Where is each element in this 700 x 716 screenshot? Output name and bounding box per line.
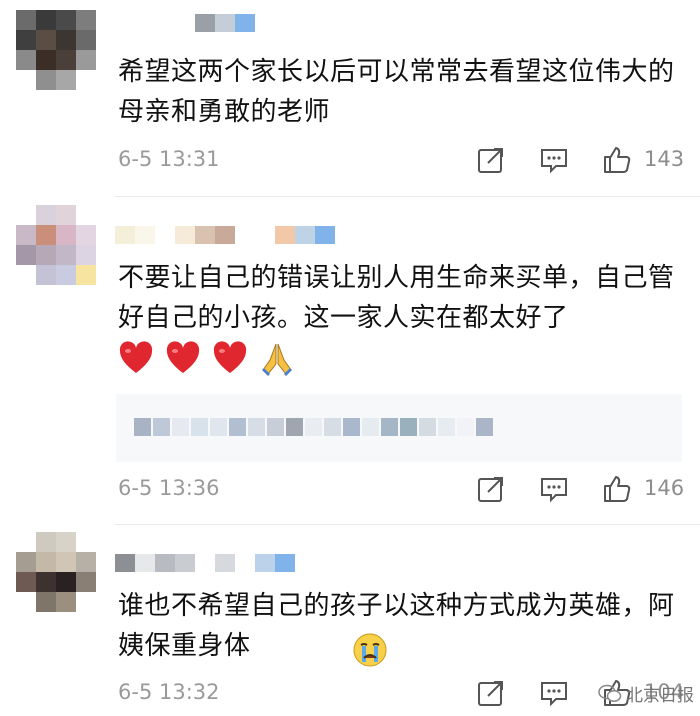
comment-text: 希望这两个家长以后可以常常去看望这位伟大的母亲和勇敢的老师 [118,57,675,127]
comment-time: 6-5 13:31 [118,147,220,171]
watermark-text: 北京日报 [626,686,694,706]
like-count: 143 [644,147,685,171]
username-blurred[interactable] [115,554,295,572]
red-heart-emoji [166,341,200,373]
emoji-row [118,340,295,380]
comment-icon[interactable] [539,474,569,504]
divider [114,196,700,197]
red-heart-emoji [214,341,247,373]
comment-meta: 6-5 13:31 143 [118,145,688,181]
share-icon[interactable] [476,678,506,708]
reply-preview[interactable] [116,394,682,462]
red-heart-emoji [119,341,153,373]
avatar[interactable] [16,532,96,612]
share-icon[interactable] [476,474,506,504]
username-blurred[interactable] [115,226,335,244]
avatar[interactable] [16,10,96,90]
thumbs-up-icon[interactable] [602,474,632,504]
avatar[interactable] [16,205,96,285]
thumbs-up-icon[interactable] [602,145,632,175]
comment-text: 不要让自己的错误让别人用生命来买单，自己管好自己的小孩。这一家人实在都太好了 [118,263,675,333]
comment-time: 6-5 13:36 [118,476,220,500]
wechat-icon [598,684,622,702]
comment-icon[interactable] [539,678,569,708]
comment-text: 谁也不希望自己的孩子以这种方式成为英雄，阿姨保重身体 [118,591,675,661]
folded-hands-emoji [262,343,293,376]
comment-meta: 6-5 13:36 146 [118,474,688,510]
watermark: 北京日报 [598,681,694,706]
divider [114,524,700,525]
username-blurred[interactable] [115,14,255,32]
crying-face-emoji [353,633,387,667]
share-icon[interactable] [476,145,506,175]
reply-text-blurred [134,418,493,436]
comment-icon[interactable] [539,145,569,175]
comment-time: 6-5 13:32 [118,680,220,704]
like-count: 146 [644,476,685,500]
